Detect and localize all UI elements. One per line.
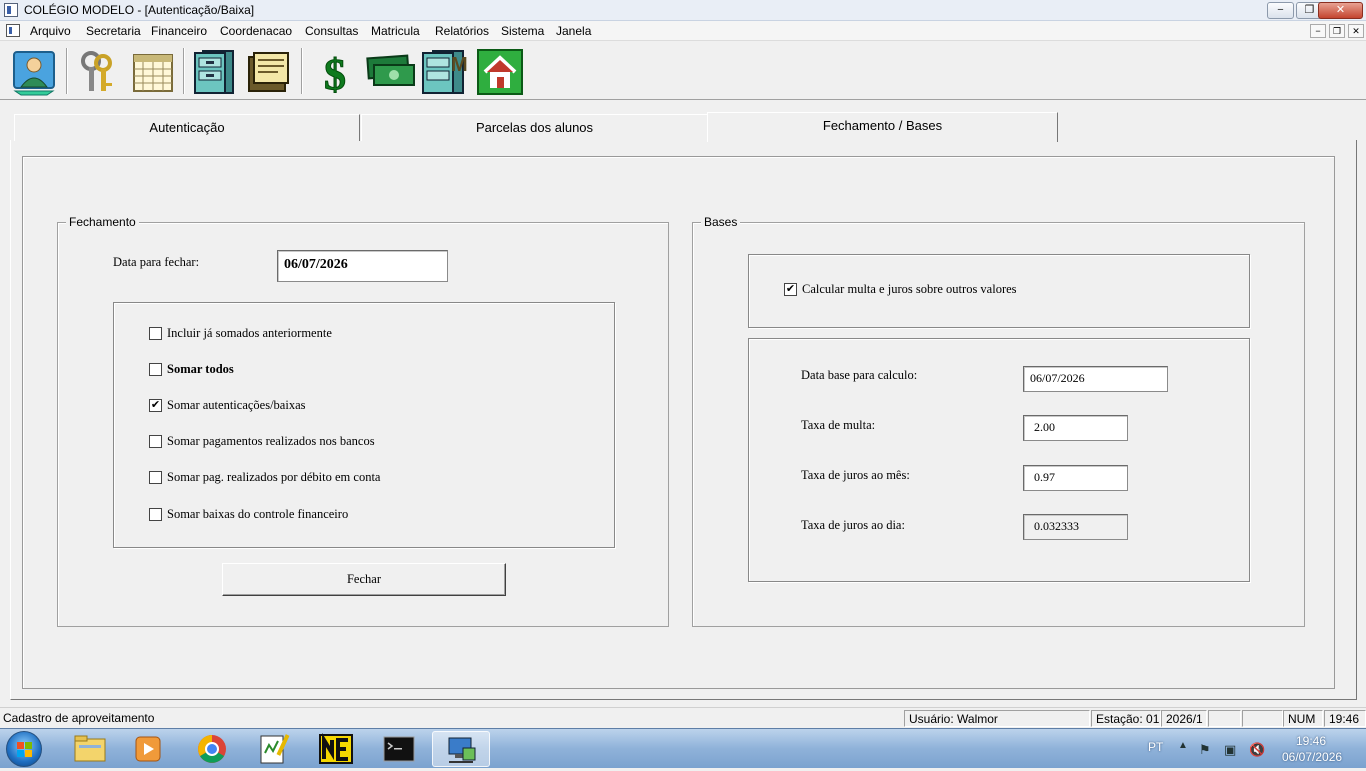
keys-icon[interactable]: [73, 47, 123, 97]
person-icon[interactable]: [9, 47, 59, 97]
mdi-child-icon[interactable]: [6, 24, 20, 37]
clock-date[interactable]: 06/07/2026: [1282, 750, 1342, 764]
option-label: Somar autenticações/baixas: [167, 398, 306, 412]
media-player-icon[interactable]: [120, 731, 176, 767]
dollar-icon[interactable]: $: [310, 47, 360, 100]
status-empty-1: [1208, 710, 1241, 727]
svg-text:M: M: [451, 54, 468, 76]
network-icon[interactable]: ▣: [1224, 742, 1236, 758]
tab-fechamento-bases[interactable]: Fechamento / Bases: [707, 112, 1058, 142]
status-message: Cadastro de aproveitamento: [3, 711, 155, 725]
status-num: NUM: [1283, 710, 1323, 727]
status-station: Estação: 01: [1091, 710, 1161, 727]
ne-icon[interactable]: [308, 731, 364, 767]
checkbox[interactable]: [149, 435, 162, 448]
status-user: Usuário: Walmor: [904, 710, 1090, 727]
clock-time[interactable]: 19:46: [1296, 734, 1326, 748]
tab-autenticacao[interactable]: Autenticação: [14, 114, 360, 141]
chevron-up-icon[interactable]: ▲: [1178, 740, 1188, 751]
toolbar-separator: [183, 48, 185, 94]
fechamento-group-title: Fechamento: [66, 215, 139, 229]
status-period: 2026/1: [1161, 710, 1207, 727]
money-icon[interactable]: [366, 47, 416, 97]
menu-coordenacao[interactable]: Coordenacao: [220, 24, 292, 38]
checkbox[interactable]: [149, 327, 162, 340]
status-empty-2: [1242, 710, 1283, 727]
option-label: Calcular multa e juros sobre outros valo…: [802, 282, 1017, 296]
close-button[interactable]: ✕: [1318, 2, 1363, 19]
taskbar: PT ▲ ⚑ ▣ 🔇 19:46 06/07/2026: [0, 728, 1366, 768]
network-app-icon[interactable]: [432, 731, 490, 767]
monthly-interest-field[interactable]: 0.97: [1023, 465, 1128, 491]
file-cabinet-m-icon[interactable]: M: [419, 47, 469, 97]
status-bar: Cadastro de aproveitamento Usuário: Walm…: [0, 707, 1366, 728]
window-title: COLÉGIO MODELO - [Autenticação/Baixa]: [24, 3, 255, 17]
option-label: Somar pag. realizados por débito em cont…: [167, 470, 381, 484]
daily-interest-field: 0.032333: [1023, 514, 1128, 540]
menu-sistema[interactable]: Sistema: [501, 24, 544, 38]
option-label: Somar pagamentos realizados nos bancos: [167, 434, 375, 448]
status-time: 19:46: [1324, 710, 1366, 727]
checkbox-checked[interactable]: ✔: [784, 283, 797, 296]
fine-rate-field[interactable]: 2.00: [1023, 415, 1128, 441]
menu-bar: Arquivo Secretaria Financeiro Coordenaca…: [0, 21, 1366, 41]
menu-consultas[interactable]: Consultas: [305, 24, 358, 38]
explorer-icon[interactable]: [62, 731, 118, 767]
fine-rate-label: Taxa de multa:: [801, 418, 876, 432]
mdi-restore-button[interactable]: ❐: [1329, 24, 1345, 38]
checkbox[interactable]: [149, 363, 162, 376]
menu-arquivo[interactable]: Arquivo: [30, 24, 71, 38]
file-cabinet-icon[interactable]: [191, 47, 241, 97]
checkbox[interactable]: [149, 508, 162, 521]
menu-secretaria[interactable]: Secretaria: [86, 24, 141, 38]
cmd-icon[interactable]: [371, 731, 427, 767]
mdi-close-button[interactable]: ✕: [1348, 24, 1364, 38]
bases-group-title: Bases: [701, 215, 741, 229]
fechar-button[interactable]: Fechar: [222, 563, 506, 596]
daily-interest-label: Taxa de juros ao dia:: [801, 518, 905, 532]
base-date-field[interactable]: 06/07/2026: [1023, 366, 1168, 392]
svg-text:$: $: [324, 50, 346, 97]
option-label: Incluir já somados anteriormente: [167, 326, 332, 340]
chrome-icon[interactable]: [184, 731, 240, 767]
tab-parcelas-dos-alunos[interactable]: Parcelas dos alunos: [361, 114, 708, 141]
base-date-label: Data base para calculo:: [801, 368, 918, 382]
minimize-button[interactable]: −: [1267, 2, 1294, 19]
flag-error-icon[interactable]: ⚑: [1199, 742, 1211, 758]
date-to-close-label: Data para fechar:: [113, 255, 200, 269]
menu-relatorios[interactable]: Relatórios: [435, 24, 489, 38]
notepad-icon[interactable]: [245, 731, 301, 767]
option-label: Somar todos: [167, 362, 234, 376]
option-label: Somar baixas do controle financeiro: [167, 507, 349, 521]
toolbar-separator: [301, 48, 303, 94]
menu-financeiro[interactable]: Financeiro: [151, 24, 207, 38]
menu-matricula[interactable]: Matricula: [371, 24, 420, 38]
app-icon[interactable]: [4, 3, 18, 17]
toolbar-separator: [66, 48, 68, 94]
mdi-minimize-button[interactable]: −: [1310, 24, 1326, 38]
toolbar: $ M: [0, 42, 1366, 100]
language-indicator[interactable]: PT: [1148, 740, 1163, 754]
monthly-interest-label: Taxa de juros ao mês:: [801, 468, 910, 482]
home-icon[interactable]: [475, 47, 525, 97]
title-bar: COLÉGIO MODELO - [Autenticação/Baixa] − …: [0, 0, 1366, 21]
documents-icon[interactable]: [245, 47, 295, 97]
start-button[interactable]: [6, 731, 42, 767]
volume-muted-icon[interactable]: 🔇: [1249, 742, 1265, 758]
checkbox-checked[interactable]: ✔: [149, 399, 162, 412]
calendar-icon[interactable]: [128, 47, 178, 97]
checkbox[interactable]: [149, 471, 162, 484]
date-to-close-field[interactable]: 06/07/2026: [277, 250, 448, 282]
menu-janela[interactable]: Janela: [556, 24, 591, 38]
